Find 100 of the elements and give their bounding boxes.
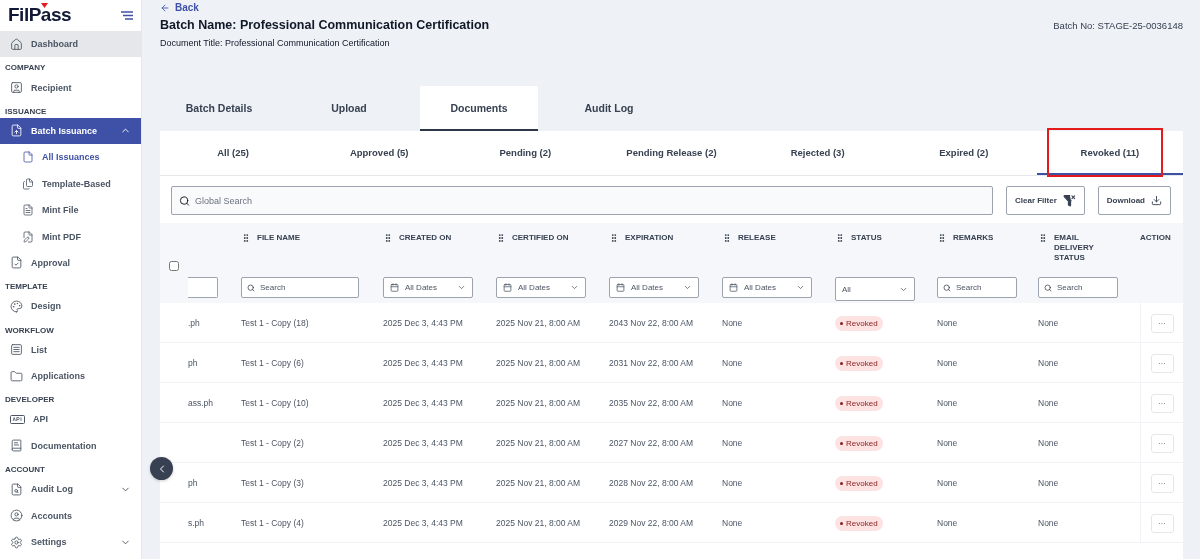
nav-item[interactable]: Recipient bbox=[0, 74, 141, 101]
collapse-sidebar-button[interactable] bbox=[150, 457, 173, 480]
nav-icon bbox=[10, 369, 23, 383]
table-cell: 2035 Nov 22, 8:00 AM bbox=[609, 398, 694, 408]
table-cell: None bbox=[937, 438, 958, 448]
date-filter-dropdown[interactable]: All Dates bbox=[722, 277, 812, 298]
nav-item[interactable]: Design bbox=[0, 293, 141, 320]
drag-handle-icon[interactable] bbox=[937, 233, 947, 243]
table-cell: 2029 Nov 22, 8:00 AM bbox=[609, 518, 694, 528]
table-cell: None bbox=[937, 358, 958, 368]
nav-icon bbox=[10, 482, 23, 496]
chevron-down-icon bbox=[683, 283, 692, 292]
back-link[interactable]: Back bbox=[160, 1, 199, 14]
select-all-checkbox[interactable] bbox=[169, 261, 179, 271]
table-cell: 2025 Dec 3, 4:43 PM bbox=[383, 478, 463, 488]
table-cell: 2025 Nov 21, 8:00 AM bbox=[496, 358, 581, 368]
tab[interactable]: Documents bbox=[420, 86, 538, 131]
menu-icon[interactable] bbox=[121, 10, 133, 20]
table-cell: None bbox=[722, 438, 743, 448]
table-cell: 2025 Nov 21, 8:00 AM bbox=[496, 398, 581, 408]
filter-field[interactable] bbox=[188, 277, 218, 298]
nav-item[interactable]: List bbox=[0, 336, 141, 363]
search-filter-field[interactable]: Search bbox=[241, 277, 359, 298]
nav-item[interactable]: Accounts bbox=[0, 502, 141, 529]
download-button[interactable]: Download bbox=[1097, 186, 1171, 215]
nav-subitem[interactable]: Template-Based bbox=[0, 170, 141, 197]
section-heading: TEMPLATE bbox=[4, 281, 49, 294]
table-cell: 2025 Dec 3, 4:43 PM bbox=[383, 438, 463, 448]
status-badge: Revoked bbox=[835, 395, 883, 411]
nav-item[interactable]: API bbox=[0, 406, 141, 433]
section-heading: WORKFLOW bbox=[4, 324, 55, 337]
nav-subitem[interactable]: Mint PDF bbox=[0, 223, 141, 250]
table-cell: None bbox=[937, 518, 958, 528]
column-header: REMARKS bbox=[953, 233, 994, 244]
status-badge: Revoked bbox=[835, 435, 883, 451]
table-cell: 2025 Nov 21, 8:00 AM bbox=[496, 438, 581, 448]
nav-item[interactable]: Settings bbox=[0, 528, 141, 556]
calendar-icon bbox=[729, 283, 738, 292]
nav-item[interactable]: Audit Log bbox=[0, 476, 141, 503]
nav-item[interactable]: Documentation bbox=[0, 432, 141, 460]
table-cell: 2025 Nov 21, 8:00 AM bbox=[496, 478, 581, 488]
column-header: EMAIL DELIVERY STATUS bbox=[1054, 233, 1095, 264]
drag-handle-icon[interactable] bbox=[383, 233, 393, 243]
nav-subitem[interactable]: All Issuances bbox=[0, 144, 141, 171]
section-heading: DEVELOPER bbox=[4, 394, 56, 407]
search-icon bbox=[247, 283, 255, 292]
global-search-field[interactable]: Global Search bbox=[171, 186, 993, 215]
table-cell: None bbox=[722, 518, 743, 528]
chevron-down-icon bbox=[457, 283, 466, 292]
tab[interactable]: Upload bbox=[290, 86, 408, 131]
nav-item[interactable]: Applications bbox=[0, 362, 141, 390]
calendar-icon bbox=[503, 283, 512, 292]
table-cell: None bbox=[1038, 358, 1059, 368]
table-cell: 2043 Nov 22, 8:00 AM bbox=[609, 318, 694, 328]
table-cell: None bbox=[1038, 398, 1059, 408]
table-cell: None bbox=[1038, 518, 1059, 528]
drag-handle-icon[interactable] bbox=[609, 233, 619, 243]
search-icon bbox=[943, 283, 951, 292]
nav-subitem[interactable]: Mint File bbox=[0, 196, 141, 224]
arrow-left-icon bbox=[160, 2, 170, 13]
section-heading: ACCOUNT bbox=[4, 464, 46, 477]
date-filter-dropdown[interactable]: All Dates bbox=[496, 277, 586, 298]
chevron-down-icon bbox=[570, 283, 579, 292]
api-icon bbox=[10, 415, 25, 424]
tab[interactable]: Audit Log bbox=[550, 86, 668, 131]
drag-handle-icon[interactable] bbox=[1038, 233, 1048, 243]
table-cell: .ph bbox=[188, 318, 200, 328]
status-filter-dropdown[interactable]: All bbox=[835, 277, 915, 301]
drag-handle-icon[interactable] bbox=[835, 233, 845, 243]
nav-icon bbox=[10, 439, 23, 453]
download-icon bbox=[1151, 195, 1162, 206]
table-cell: None bbox=[1038, 478, 1059, 488]
nav-item[interactable]: Dashboard bbox=[0, 31, 141, 58]
table-cell: ph bbox=[188, 358, 198, 368]
logo: FilPass bbox=[8, 4, 72, 26]
drag-handle-icon[interactable] bbox=[496, 233, 506, 243]
status-badge: Revoked bbox=[835, 355, 883, 371]
clear-filter-button[interactable]: Clear Filter bbox=[1006, 186, 1085, 215]
date-filter-dropdown[interactable]: All Dates bbox=[383, 277, 473, 298]
table-cell: 2028 Nov 22, 8:00 AM bbox=[609, 478, 694, 488]
table-cell: None bbox=[1038, 438, 1059, 448]
search-filter-field[interactable]: Search bbox=[1038, 277, 1118, 298]
tab[interactable]: Batch Details bbox=[160, 86, 278, 131]
nav-icon bbox=[10, 81, 23, 95]
calendar-icon bbox=[390, 283, 399, 292]
nav-item[interactable]: Approval bbox=[0, 249, 141, 277]
search-filter-field[interactable]: Search bbox=[937, 277, 1017, 298]
nav-item[interactable]: Batch Issuance bbox=[0, 117, 141, 145]
table-cell: None bbox=[722, 358, 743, 368]
table-cell: None bbox=[722, 478, 743, 488]
date-filter-dropdown[interactable]: All Dates bbox=[609, 277, 699, 298]
status-tab[interactable]: Revoked (11) bbox=[1036, 131, 1183, 175]
table-cell: None bbox=[722, 398, 743, 408]
column-header: CREATED ON bbox=[399, 233, 452, 244]
drag-handle-icon[interactable] bbox=[722, 233, 732, 243]
table-cell: 2025 Dec 3, 4:43 PM bbox=[383, 318, 463, 328]
column-header: EXPIRATION bbox=[625, 233, 674, 244]
document-title: Document Title: Professional Communication Certification bbox=[160, 38, 391, 48]
drag-handle-icon[interactable] bbox=[241, 233, 251, 243]
column-header: ACTION bbox=[1140, 233, 1171, 244]
